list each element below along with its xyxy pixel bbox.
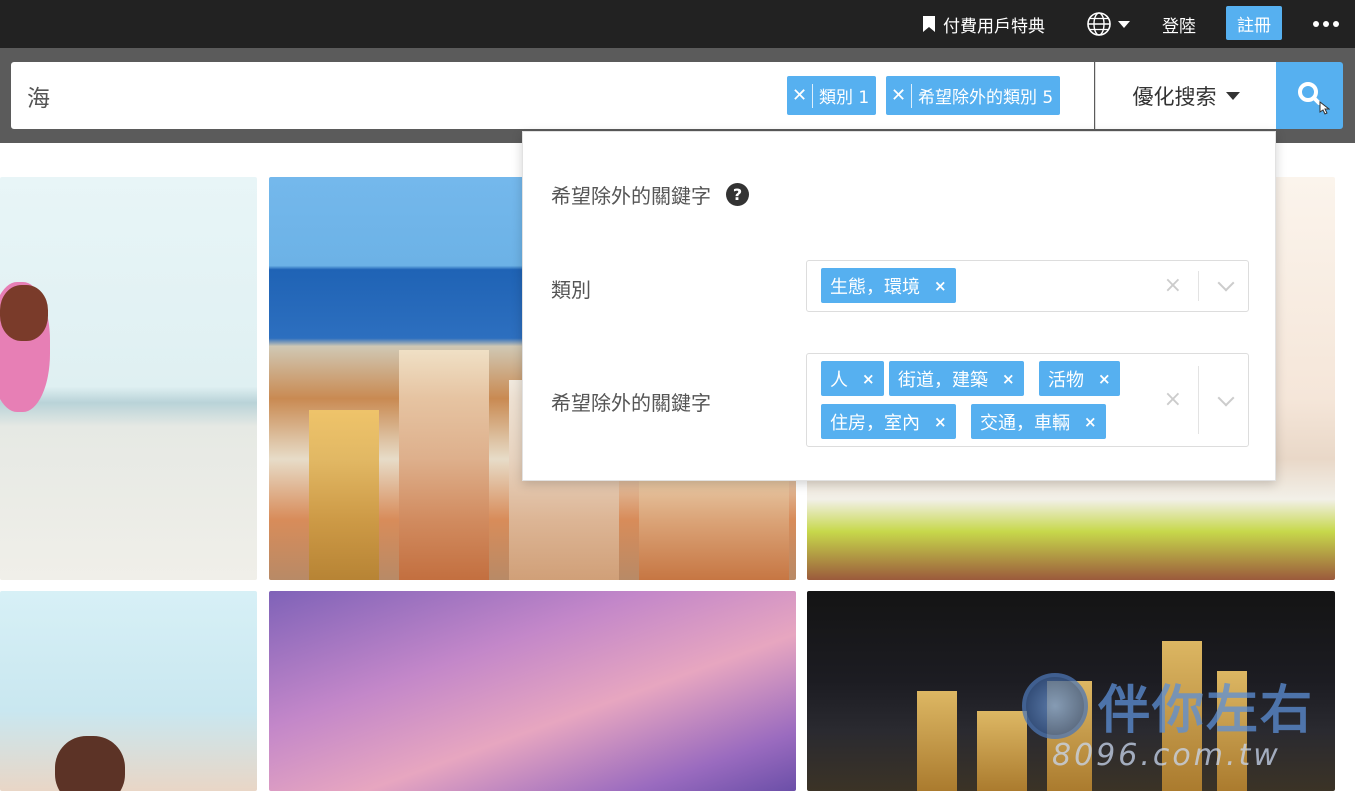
caret-down-icon xyxy=(1118,20,1130,28)
remove-tag-icon[interactable]: × xyxy=(934,277,947,295)
search-bar-area: ✕ 類別 1 ✕ 希望除外的類別 5 優化搜索 xyxy=(0,48,1355,143)
search-box: ✕ 類別 1 ✕ 希望除外的類別 5 xyxy=(11,62,1094,129)
excluded-keyword-label: 希望除外的關鍵字 xyxy=(551,391,711,415)
divider xyxy=(1198,366,1199,434)
login-link[interactable]: 登陸 xyxy=(1162,0,1196,48)
excluded-keyword-multiselect[interactable]: 人 × 街道，建築 × 活物 × 住房，室內 × 交通，車輛 × × xyxy=(806,353,1249,447)
category-label: 類別 xyxy=(551,278,591,302)
refine-search-panel: 希望除外的關鍵字 ? 類別 生態，環境 × × 希望除外的關鍵字 人 × 街道，… xyxy=(522,131,1276,481)
bookmark-icon xyxy=(923,16,935,32)
remove-tag-icon[interactable]: × xyxy=(934,413,947,431)
caret-down-icon xyxy=(1225,91,1240,100)
keyword-tag[interactable]: 住房，室內 × xyxy=(821,404,956,439)
tag-label: 交通，車輛 xyxy=(980,412,1070,434)
photo-thumbnail[interactable] xyxy=(0,177,257,580)
tag-label: 住房，室內 xyxy=(830,412,920,434)
search-button[interactable] xyxy=(1276,62,1343,129)
clear-all-icon[interactable]: × xyxy=(1164,273,1182,298)
chevron-down-icon[interactable] xyxy=(1217,274,1235,292)
refine-search-dropdown[interactable]: 優化搜索 xyxy=(1095,62,1276,129)
remove-tag-icon[interactable]: × xyxy=(1098,370,1111,388)
keyword-tag[interactable]: 活物 × xyxy=(1039,361,1120,396)
watermark: 伴你左右 8096.com.tw xyxy=(1022,668,1315,773)
premium-benefits-label: 付費用戶特典 xyxy=(943,16,1045,37)
category-multiselect[interactable]: 生態，環境 × × xyxy=(806,260,1249,312)
panel-title: 希望除外的關鍵字 ? xyxy=(551,180,749,209)
photo-thumbnail[interactable] xyxy=(269,591,796,791)
refine-search-label: 優化搜索 xyxy=(1132,84,1217,109)
remove-tag-icon[interactable]: × xyxy=(1084,413,1097,431)
filter-chip-category[interactable]: ✕ 類別 1 xyxy=(787,76,877,115)
remove-chip-icon[interactable]: ✕ xyxy=(886,83,912,108)
filter-chip-label: 類別 1 xyxy=(819,88,870,108)
photo-thumbnail[interactable] xyxy=(0,591,257,791)
keyword-tag[interactable]: 交通，車輛 × xyxy=(971,404,1106,439)
tag-label: 活物 xyxy=(1048,369,1084,391)
search-input[interactable] xyxy=(27,62,767,129)
premium-benefits-link[interactable]: 付費用戶特典 xyxy=(922,0,1045,48)
remove-chip-icon[interactable]: ✕ xyxy=(787,83,813,108)
keyword-tag[interactable]: 街道，建築 × xyxy=(889,361,1024,396)
remove-tag-icon[interactable]: × xyxy=(862,370,875,388)
chevron-down-icon[interactable] xyxy=(1217,389,1235,407)
clear-all-icon[interactable]: × xyxy=(1164,387,1182,412)
filter-chip-excluded-category[interactable]: ✕ 希望除外的類別 5 xyxy=(886,76,1061,115)
help-icon[interactable]: ? xyxy=(726,183,749,206)
watermark-logo-icon xyxy=(1022,672,1088,739)
globe-icon xyxy=(1087,12,1111,36)
category-tag[interactable]: 生態，環境 × xyxy=(821,268,956,303)
divider xyxy=(1198,271,1199,301)
tag-label: 生態，環境 xyxy=(830,276,920,298)
filter-chip-label: 希望除外的類別 5 xyxy=(918,88,1054,108)
panel-title-text: 希望除外的關鍵字 xyxy=(551,184,711,208)
remove-tag-icon[interactable]: × xyxy=(1002,370,1015,388)
search-icon xyxy=(1297,81,1330,115)
watermark-url: 8096.com.tw xyxy=(1052,738,1281,773)
language-selector[interactable] xyxy=(1086,0,1130,48)
top-navbar: 付費用戶特典 登陸 註冊 xyxy=(0,0,1355,48)
tag-label: 街道，建築 xyxy=(898,369,988,391)
more-menu-icon[interactable] xyxy=(1313,0,1343,48)
register-button[interactable]: 註冊 xyxy=(1226,6,1282,40)
watermark-text: 伴你左右 xyxy=(1098,681,1315,741)
tag-label: 人 xyxy=(830,369,848,391)
keyword-tag[interactable]: 人 × xyxy=(821,361,884,396)
